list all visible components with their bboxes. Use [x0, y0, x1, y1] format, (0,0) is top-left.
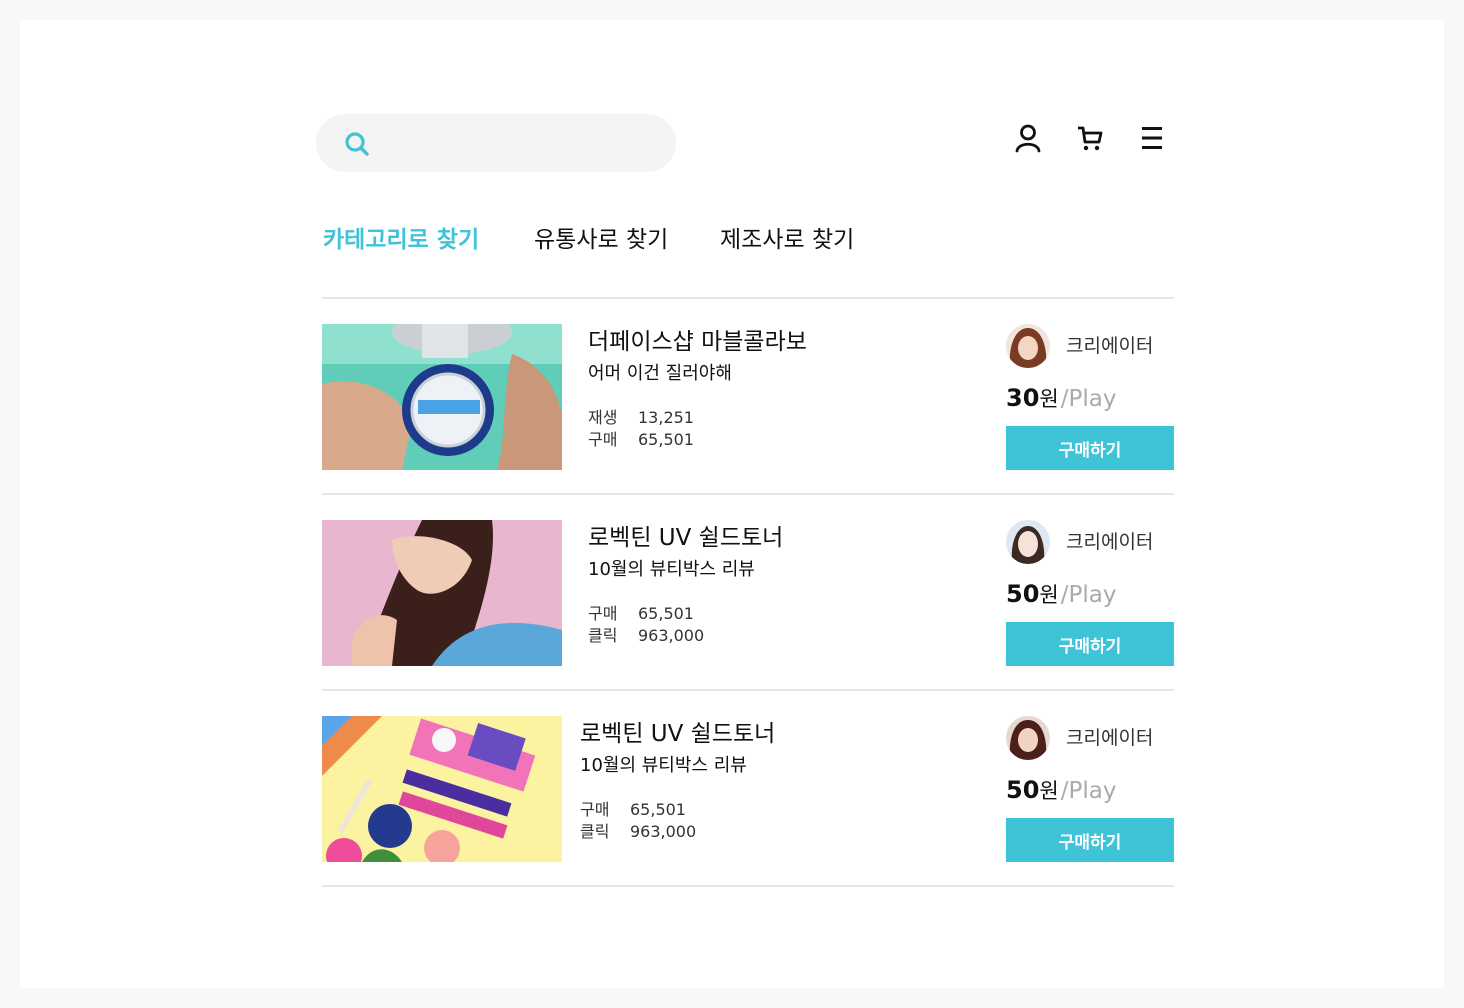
item-subtitle: 10월의 뷰티박스 리뷰 [588, 559, 755, 580]
buy-button[interactable]: 구매하기 [1006, 818, 1174, 862]
search-input[interactable] [380, 124, 650, 162]
item-stats: 구매 65,501 클릭 963,000 [588, 603, 783, 647]
stat-row: 구매 65,501 [580, 799, 775, 821]
item-info: 로벡틴 UV 쉴드토너 10월의 뷰티박스 리뷰 구매 65,501 클릭 96… [588, 522, 783, 647]
divider [322, 689, 1174, 691]
creator-name: 크리에이터 [1066, 335, 1154, 357]
stat-row: 구매 65,501 [588, 429, 807, 451]
menu-icon[interactable] [1136, 122, 1168, 154]
item-info: 더페이스샵 마블콜라보 어머 이건 질러야해 재생 13,251 구매 65,5… [588, 326, 807, 451]
search-bar[interactable] [316, 114, 676, 172]
price-value: 50 [1006, 580, 1040, 608]
stat-label: 구매 [588, 604, 618, 623]
stat-value: 65,501 [638, 604, 694, 623]
price-value: 50 [1006, 776, 1040, 804]
creator[interactable]: 크리에이터 [1006, 520, 1174, 564]
item-stats: 구매 65,501 클릭 963,000 [580, 799, 775, 843]
divider [322, 297, 1174, 299]
stat-value: 65,501 [630, 800, 686, 819]
product-thumbnail[interactable] [322, 716, 562, 862]
stat-label: 클릭 [580, 822, 610, 841]
price-per: /Play [1060, 778, 1117, 804]
price: 50원/Play [1006, 774, 1116, 809]
divider [322, 493, 1174, 495]
stat-value: 13,251 [638, 408, 694, 427]
stat-label: 구매 [588, 430, 618, 449]
stat-row: 재생 13,251 [588, 407, 807, 429]
price-unit: 원 [1039, 779, 1059, 803]
item-title[interactable]: 로벡틴 UV 쉴드토너 [588, 522, 783, 554]
item-stats: 재생 13,251 구매 65,501 [588, 407, 807, 451]
avatar [1006, 520, 1050, 564]
creator-name: 크리에이터 [1066, 727, 1154, 749]
item-subtitle: 10월의 뷰티박스 리뷰 [580, 755, 747, 776]
creator[interactable]: 크리에이터 [1006, 716, 1174, 760]
tab-manufacturer[interactable]: 제조사로 찾기 [720, 224, 854, 256]
buy-button[interactable]: 구매하기 [1006, 426, 1174, 470]
item-title[interactable]: 로벡틴 UV 쉴드토너 [580, 718, 775, 750]
creator[interactable]: 크리에이터 [1006, 324, 1174, 368]
stat-label: 재생 [588, 408, 618, 427]
tab-category[interactable]: 카테고리로 찾기 [323, 224, 479, 256]
stat-label: 구매 [580, 800, 610, 819]
product-thumbnail[interactable] [322, 520, 562, 666]
tab-distributor[interactable]: 유통사로 찾기 [534, 224, 668, 256]
price-value: 30 [1006, 384, 1040, 412]
stat-row: 클릭 963,000 [580, 821, 775, 843]
stat-row: 구매 65,501 [588, 603, 783, 625]
item-subtitle: 어머 이건 질러야해 [588, 363, 732, 384]
avatar [1006, 716, 1050, 760]
price-per: /Play [1060, 386, 1117, 412]
search-icon[interactable] [344, 131, 370, 157]
price-unit: 원 [1039, 387, 1059, 411]
user-icon[interactable] [1012, 122, 1044, 154]
list-item: 로벡틴 UV 쉴드토너 10월의 뷰티박스 리뷰 구매 65,501 클릭 96… [322, 716, 1174, 862]
stat-value: 963,000 [638, 626, 705, 645]
cart-icon[interactable] [1074, 122, 1106, 154]
price: 30원/Play [1006, 382, 1116, 417]
avatar [1006, 324, 1050, 368]
price-unit: 원 [1039, 583, 1059, 607]
stat-label: 클릭 [588, 626, 618, 645]
stat-value: 65,501 [638, 430, 694, 449]
item-info: 로벡틴 UV 쉴드토너 10월의 뷰티박스 리뷰 구매 65,501 클릭 96… [580, 718, 775, 843]
product-thumbnail[interactable] [322, 324, 562, 470]
buy-button[interactable]: 구매하기 [1006, 622, 1174, 666]
creator-name: 크리에이터 [1066, 531, 1154, 553]
stat-row: 클릭 963,000 [588, 625, 783, 647]
item-title[interactable]: 더페이스샵 마블콜라보 [588, 326, 807, 358]
divider [322, 885, 1174, 887]
price-per: /Play [1060, 582, 1117, 608]
stat-value: 963,000 [630, 822, 697, 841]
list-item: 로벡틴 UV 쉴드토너 10월의 뷰티박스 리뷰 구매 65,501 클릭 96… [322, 520, 1174, 666]
list-item: 더페이스샵 마블콜라보 어머 이건 질러야해 재생 13,251 구매 65,5… [322, 324, 1174, 470]
price: 50원/Play [1006, 578, 1116, 613]
